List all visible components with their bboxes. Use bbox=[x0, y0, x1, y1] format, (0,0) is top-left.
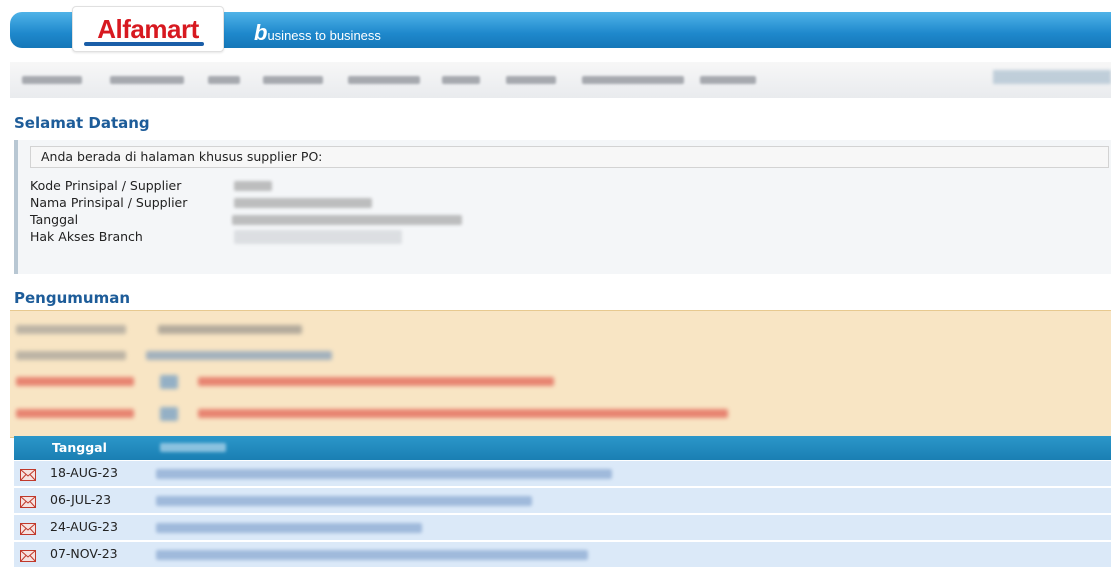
label-hak-akses: Hak Akses Branch bbox=[30, 229, 143, 244]
announcement-line-4-label bbox=[16, 409, 134, 418]
announcement-panel bbox=[10, 310, 1111, 438]
announcement-table: Tanggal 18-AUG-23 06-JUL-23 24-AUG-23 07… bbox=[14, 436, 1111, 569]
menu-item-9[interactable] bbox=[700, 76, 756, 84]
user-info[interactable] bbox=[993, 70, 1111, 84]
menu-item-3[interactable] bbox=[208, 76, 240, 84]
announcement-line-3-count[interactable] bbox=[160, 375, 178, 389]
announcement-line-1-label bbox=[16, 325, 126, 334]
row-date: 07-NOV-23 bbox=[50, 546, 118, 561]
row-subject-link[interactable] bbox=[156, 469, 612, 479]
logo-text: Alfamart bbox=[97, 13, 199, 44]
announcement-line-4-link[interactable] bbox=[198, 409, 728, 418]
header-tanggal: Tanggal bbox=[52, 440, 107, 455]
header: Alfamart business to business bbox=[0, 0, 1111, 62]
label-kode-supplier: Kode Prinsipal / Supplier bbox=[30, 178, 182, 193]
announcement-line-3-link[interactable] bbox=[198, 377, 554, 386]
value-kode-supplier bbox=[234, 181, 272, 191]
row-date: 06-JUL-23 bbox=[50, 492, 112, 507]
menu-item-5[interactable] bbox=[348, 76, 420, 84]
tagline: business to business bbox=[254, 20, 381, 46]
mail-envelope-icon bbox=[20, 550, 36, 562]
mail-envelope-icon bbox=[20, 523, 36, 535]
table-row[interactable]: 07-NOV-23 bbox=[14, 542, 1111, 569]
row-subject-link[interactable] bbox=[156, 496, 532, 506]
table-row[interactable]: 24-AUG-23 bbox=[14, 515, 1111, 542]
announcement-line-3-label bbox=[16, 377, 134, 386]
main-menu bbox=[10, 62, 1111, 98]
logo-underline bbox=[84, 42, 204, 46]
announcement-title: Pengumuman bbox=[14, 289, 131, 307]
tagline-text: usiness to business bbox=[267, 28, 381, 43]
menu-item-1[interactable] bbox=[22, 76, 82, 84]
welcome-intro: Anda berada di halaman khusus supplier P… bbox=[30, 146, 1109, 168]
table-header: Tanggal bbox=[14, 436, 1111, 460]
welcome-title: Selamat Datang bbox=[14, 114, 150, 132]
announcement-line-1-text bbox=[158, 325, 302, 334]
table-row[interactable]: 18-AUG-23 bbox=[14, 461, 1111, 488]
announcement-line-2-label bbox=[16, 351, 126, 360]
tagline-initial: b bbox=[254, 20, 268, 45]
branch-select[interactable] bbox=[234, 230, 402, 244]
announcement-line-4-count[interactable] bbox=[160, 407, 178, 421]
menu-item-6[interactable] bbox=[442, 76, 480, 84]
header-subject bbox=[160, 443, 226, 452]
mail-envelope-icon bbox=[20, 496, 36, 508]
label-tanggal: Tanggal bbox=[30, 212, 79, 227]
welcome-panel: Anda berada di halaman khusus supplier P… bbox=[14, 140, 1111, 274]
menu-item-8[interactable] bbox=[582, 76, 684, 84]
label-nama-supplier: Nama Prinsipal / Supplier bbox=[30, 195, 188, 210]
row-subject-link[interactable] bbox=[156, 523, 422, 533]
announcement-line-2-text bbox=[146, 351, 332, 360]
menu-item-7[interactable] bbox=[506, 76, 556, 84]
value-nama-supplier bbox=[234, 198, 372, 208]
mail-envelope-icon bbox=[20, 469, 36, 481]
value-tanggal bbox=[232, 215, 462, 225]
row-subject-link[interactable] bbox=[156, 550, 588, 560]
menu-item-4[interactable] bbox=[263, 76, 323, 84]
table-row[interactable]: 06-JUL-23 bbox=[14, 488, 1111, 515]
row-date: 24-AUG-23 bbox=[50, 519, 118, 534]
menu-item-2[interactable] bbox=[110, 76, 184, 84]
row-date: 18-AUG-23 bbox=[50, 465, 118, 480]
